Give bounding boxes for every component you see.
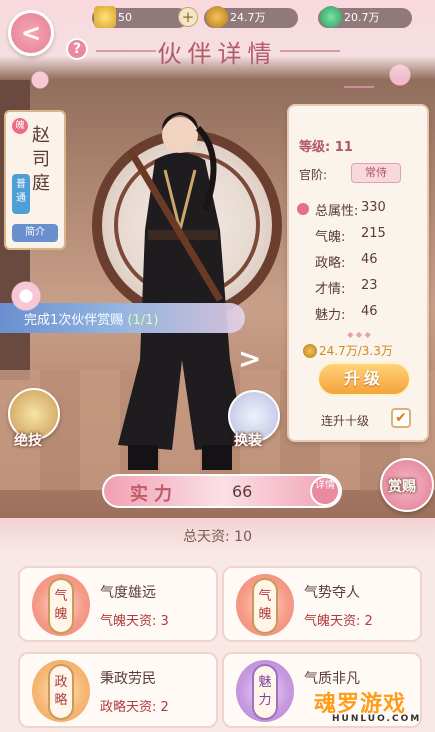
rarity-badge: 普通: [12, 174, 30, 214]
rank-value: 常侍: [351, 163, 401, 183]
costume-label: 换装: [234, 433, 262, 449]
talent-card[interactable]: 政略 秉政劳民 政略天资: 2: [18, 652, 218, 728]
character-left-boot: [128, 445, 158, 470]
top-bar: < ? 50 + 24.7万 20.7万 伙伴详情: [0, 0, 435, 80]
resource-coin: 24.7万: [204, 6, 298, 28]
task-banner[interactable]: 完成1次伙伴赏赐 (1/1): [0, 281, 245, 333]
character-head: [162, 117, 198, 153]
jade-icon: [320, 6, 342, 28]
talent-total: 总天资: 10: [183, 529, 252, 545]
attribute-value-caiqing: 23: [361, 278, 378, 293]
intro-button[interactable]: 简介: [12, 224, 58, 242]
total-attribute-icon: [297, 203, 309, 215]
attribute-label-caiqing: 才情:: [315, 282, 346, 297]
ten-levels-checkbox[interactable]: ✔: [391, 408, 411, 428]
character-robe: [118, 152, 245, 450]
attribute-value-meili: 46: [361, 304, 378, 319]
gold-ingot-icon: [94, 6, 116, 28]
add-currency-button[interactable]: +: [178, 7, 198, 27]
gold-ingot-value: 50: [118, 11, 132, 24]
talent-tag: 魅力: [252, 664, 278, 720]
level-text: 等级: 11: [299, 140, 353, 155]
stats-divider: ◆ ◆ ◆: [347, 330, 371, 339]
total-attribute-label: 总属性:: [315, 204, 359, 219]
power-bar: 实力 66: [102, 474, 342, 508]
talent-tag: 气魄: [48, 578, 74, 634]
character-right-boot: [202, 445, 232, 470]
talent-tag: 气魄: [252, 578, 278, 634]
flower-icon: [6, 281, 46, 311]
talent-header: 总天资: 10: [0, 518, 435, 554]
attribute-label-qipo: 气魄:: [315, 230, 346, 245]
talent-name: 气度雄远: [100, 585, 156, 601]
attribute-value-zhenglue: 46: [361, 252, 378, 267]
coin-icon: [206, 6, 228, 28]
watermark-domain: HUNLUO.COM: [332, 714, 422, 724]
partner-name-banner: 魄 赵司庭 普通 简介: [4, 110, 66, 250]
talent-value: 气魄天资: 2: [304, 614, 373, 629]
talent-value: 气魄天资: 3: [100, 614, 169, 629]
total-attribute-value: 330: [361, 200, 386, 215]
ten-levels-label: 连升十级: [321, 414, 370, 428]
attribute-value-qipo: 215: [361, 226, 386, 241]
skill-label: 绝技: [14, 433, 42, 449]
talent-name: 气势夺人: [304, 585, 360, 601]
coin-value: 24.7万: [230, 11, 266, 24]
power-label: 实力: [130, 484, 178, 505]
resource-jade: 20.7万: [318, 6, 412, 28]
task-text: 完成1次伙伴赏赐: [24, 313, 124, 328]
jade-value: 20.7万: [344, 11, 380, 24]
talent-value: 政略天资: 2: [100, 700, 169, 715]
upgrade-cost: 24.7万/3.3万: [319, 344, 393, 358]
talent-tag: 政略: [48, 664, 74, 720]
talent-name: 秉政劳民: [100, 671, 156, 687]
upgrade-button[interactable]: 升级: [317, 362, 411, 396]
rank-label: 官阶:: [299, 168, 328, 182]
task-progress: (1/1): [127, 313, 159, 328]
stats-panel: 等级: 11 官阶: 常侍 总属性: 330 气魄: 215 政略: 46 才情…: [287, 86, 429, 442]
panel-hanger: [344, 86, 374, 106]
resource-gold-ingot: 50: [92, 6, 188, 28]
task-text-wrap: 完成1次伙伴赏赐 (1/1): [24, 309, 159, 328]
attribute-label-zhenglue: 政略:: [315, 256, 346, 271]
partner-tag: 魄: [12, 118, 28, 134]
page-title: 伙伴详情: [157, 40, 278, 68]
title-line-right: [280, 50, 340, 52]
power-value: 66: [232, 482, 253, 501]
attribute-label-meili: 魅力:: [315, 308, 346, 323]
site-watermark: 魂罗游戏 HUNLUO.COM: [298, 684, 428, 728]
partner-name: 赵司庭: [32, 125, 50, 194]
coin-cost-icon: [303, 344, 317, 358]
plus-icon: +: [181, 8, 195, 26]
reward-label: 赏赐: [388, 479, 416, 495]
talent-card[interactable]: 气魄 气势夺人 气魄天资: 2: [222, 566, 422, 642]
power-detail-button[interactable]: 详情: [310, 476, 340, 506]
talent-card[interactable]: 气魄 气度雄远 气魄天资: 3: [18, 566, 218, 642]
next-partner-arrow-icon[interactable]: >: [238, 342, 261, 375]
